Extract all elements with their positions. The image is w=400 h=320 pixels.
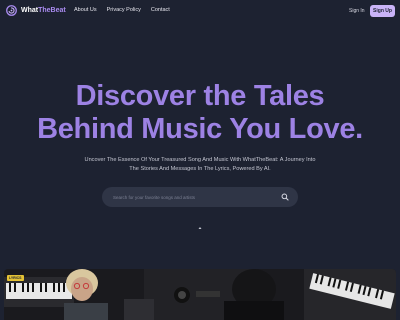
search-input[interactable] (102, 187, 281, 207)
hero-title-line-2: Behind Music You Love. (37, 113, 363, 145)
showcase-image: LYRICS (4, 269, 396, 320)
sign-in-link[interactable]: Sign In (349, 8, 365, 14)
logo-swirl-icon (6, 5, 17, 16)
nav-link-privacy-policy[interactable]: Privacy Policy (107, 7, 141, 13)
scroll-down-icon[interactable] (198, 226, 202, 230)
landing-page: WhatTheBeat About Us Privacy Policy Cont… (0, 0, 400, 320)
hero-subtitle: Uncover The Essence Of Your Treasured So… (84, 157, 316, 172)
hero-title: Discover the Tales Behind Music You Love… (0, 80, 400, 146)
top-navbar: WhatTheBeat About Us Privacy Policy Cont… (0, 0, 400, 24)
hero-title-line-1: Discover the Tales (75, 80, 325, 112)
nav-links: About Us Privacy Policy Contact (74, 7, 180, 13)
brand-name-part2: TheBeat (38, 7, 66, 14)
brand-logo[interactable]: WhatTheBeat (6, 5, 66, 16)
search-icon[interactable] (281, 193, 289, 201)
nav-link-contact[interactable]: Contact (151, 7, 170, 13)
showcase-badge: LYRICS (7, 275, 24, 281)
search-bar (102, 187, 298, 207)
sign-up-button[interactable]: Sign Up (370, 5, 395, 17)
musicians-studio-photo (4, 269, 396, 320)
brand-name-part1: What (21, 7, 39, 14)
brand-name: WhatTheBeat (21, 7, 66, 14)
nav-link-about-us[interactable]: About Us (74, 7, 97, 13)
